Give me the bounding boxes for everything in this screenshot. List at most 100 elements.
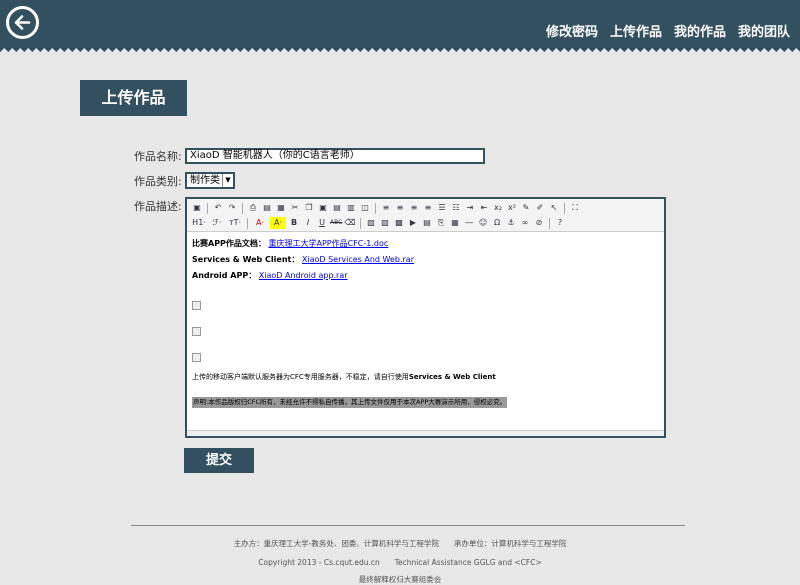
footer-rights: 最终解释权归大赛组委会 [358,575,442,584]
emoticon-icon[interactable]: ☺ [477,217,489,229]
unordered-list-icon[interactable]: ☷ [450,202,462,214]
editor-content[interactable]: 比赛APP作品文档： 重庆理工大学APP作品CFC-1.doc Services… [187,232,664,414]
align-left-icon[interactable]: ≡ [380,202,392,214]
rich-text-editor[interactable]: ▣ ↶ ↷ ⎙ ▤ ▦ ✂ ❐ ▣ ▤ ▥ ◫ ≡ ≡ ≡ ≡ ☰ ☷ ⇥ ⇤ … [185,197,666,438]
nav-change-password[interactable]: 修改密码 [546,21,598,40]
bold-button[interactable]: B [288,217,300,229]
toolbar-row-2: H1· ℱ· тT· A· A· B I U ABC ⌫ ▨ ▧ ▩ ▶ ▤ ⎘… [191,216,660,230]
table-icon[interactable]: ▦ [449,217,461,229]
server-note-bold: Services & Web Client [408,373,496,381]
select-all-icon[interactable]: ◫ [359,202,371,214]
services-line-label: Services & Web Client： [192,255,300,264]
nav-my-team[interactable]: 我的团队 [738,21,790,40]
insert-file-icon[interactable]: ▤ [421,217,433,229]
android-line: Android APP： XiaoD Android app.rar [192,270,659,281]
doc-line-label: 比赛APP作品文档： [192,239,266,248]
doc-link[interactable]: 重庆理工大学APP作品CFC-1.doc [268,239,388,248]
eraser-icon[interactable]: ⌫ [344,217,356,229]
toolbar-separator [564,202,565,214]
footer-copyright: Copyright 2013 - Cs.cqut.edu.cn Technica… [258,558,542,567]
font-family-button[interactable]: ℱ· [209,217,225,229]
undo-icon[interactable]: ↶ [212,202,224,214]
editor-toolbar: ▣ ↶ ↷ ⎙ ▤ ▦ ✂ ❐ ▣ ▤ ▥ ◫ ≡ ≡ ≡ ≡ ☰ ☷ ⇥ ⇤ … [187,199,664,232]
copyright-notice: 声明:本作品版权归CFC所有，未经允许不得私自传播，其上传文件仅用于本次APP大… [192,397,508,408]
justify-icon[interactable]: ≡ [422,202,434,214]
hr-icon[interactable]: ― [463,217,475,229]
toolbar-separator [360,217,361,229]
toolbar-separator [375,202,376,214]
editor-resize-handle[interactable] [187,430,664,436]
nav-my-works[interactable]: 我的作品 [674,21,726,40]
redo-icon[interactable]: ↷ [226,202,238,214]
top-nav: 修改密码 上传作品 我的作品 我的团队 [546,21,790,40]
font-size-button[interactable]: тT· [227,217,243,229]
broken-image-icon [192,301,201,310]
work-type-select[interactable]: 制作类 ▼ [185,172,235,189]
italic-button[interactable]: I [302,217,314,229]
broken-image-icon [192,327,201,336]
attachment-icon[interactable]: ⎘ [435,217,447,229]
clear-format-icon[interactable]: ✎ [520,202,532,214]
doc-line: 比赛APP作品文档： 重庆理工大学APP作品CFC-1.doc [192,238,659,249]
toolbar-separator [247,217,248,229]
toolbar-separator [549,217,550,229]
indent-icon[interactable]: ⇥ [464,202,476,214]
nav-upload-work[interactable]: 上传作品 [610,21,662,40]
outdent-icon[interactable]: ⇤ [478,202,490,214]
highlight-button[interactable]: A· [270,217,286,229]
align-center-icon[interactable]: ≡ [394,202,406,214]
strikethrough-button[interactable]: ABC [330,217,342,229]
services-line: Services & Web Client： XiaoD Services An… [192,254,659,265]
link-icon[interactable]: ∞ [519,217,531,229]
paste-word-icon[interactable]: ▥ [345,202,357,214]
work-name-input[interactable]: XiaoD 智能机器人（你的C语言老师） [185,148,485,164]
subscript-icon[interactable]: x₂ [492,202,504,214]
fullscreen-icon[interactable]: ⛶ [569,202,581,214]
toolbar-separator [242,202,243,214]
ordered-list-icon[interactable]: ☰ [436,202,448,214]
android-link[interactable]: XiaoD Android app.rar [259,271,348,280]
media-icon[interactable]: ▶ [407,217,419,229]
footer-divider [131,525,685,526]
server-note: 上传的移动客户端默认服务器为CFC专用服务器，不稳定，请自行使用Services… [192,372,659,383]
template-icon[interactable]: ▦ [275,202,287,214]
cut-icon[interactable]: ✂ [289,202,301,214]
unlink-icon[interactable]: ⊘ [533,217,545,229]
anchor-icon[interactable]: ⚓ [505,217,517,229]
select-icon[interactable]: ↖ [548,202,560,214]
font-color-button[interactable]: A· [252,217,268,229]
multi-image-icon[interactable]: ▧ [379,217,391,229]
header-zigzag-border [0,44,800,52]
flash-icon[interactable]: ▩ [393,217,405,229]
copy-icon[interactable]: ❐ [303,202,315,214]
paste-icon[interactable]: ▣ [317,202,329,214]
desc-label: 作品描述: [134,200,182,213]
services-link[interactable]: XiaoD Services And Web.rar [302,255,414,264]
type-label: 作品类别: [134,175,182,188]
source-icon[interactable]: ▣ [191,202,203,214]
server-note-text: 上传的移动客户端默认服务器为CFC专用服务器，不稳定，请自行使用 [192,373,409,381]
top-header: 修改密码 上传作品 我的作品 我的团队 [0,0,800,46]
broken-image-icon [192,353,201,362]
superscript-icon[interactable]: x² [506,202,518,214]
underline-button[interactable]: U [316,217,328,229]
align-right-icon[interactable]: ≡ [408,202,420,214]
paste-text-icon[interactable]: ▤ [331,202,343,214]
preview-icon[interactable]: ⎙ [247,202,259,214]
page-title: 上传作品 [80,80,187,116]
submit-button[interactable]: 提交 [184,448,254,473]
footer-organizers: 主办方：重庆理工大学-教务处、团委、计算机科学与工程学院 承办单位：计算机科学与… [233,539,567,548]
back-arrow-icon[interactable] [6,6,39,39]
heading-button[interactable]: H1· [191,217,207,229]
image-icon[interactable]: ▨ [365,217,377,229]
name-label: 作品名称: [134,150,182,163]
toolbar-row-1: ▣ ↶ ↷ ⎙ ▤ ▦ ✂ ❐ ▣ ▤ ▥ ◫ ≡ ≡ ≡ ≡ ☰ ☷ ⇥ ⇤ … [191,201,660,215]
toolbar-separator [207,202,208,214]
special-char-icon[interactable]: Ω [491,217,503,229]
brush-icon[interactable]: ✐ [534,202,546,214]
android-line-label: Android APP： [192,271,257,280]
print-icon[interactable]: ▤ [261,202,273,214]
help-icon[interactable]: ? [554,217,566,229]
